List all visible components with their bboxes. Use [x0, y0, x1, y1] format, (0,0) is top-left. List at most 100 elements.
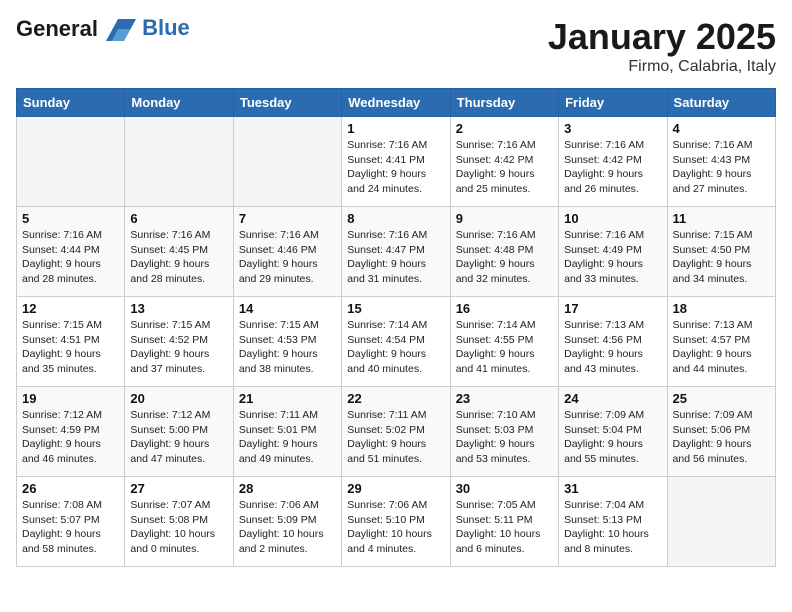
day-number: 5: [22, 211, 119, 226]
col-header-wednesday: Wednesday: [342, 89, 450, 117]
day-number: 16: [456, 301, 553, 316]
calendar-cell: 15Sunrise: 7:14 AM Sunset: 4:54 PM Dayli…: [342, 297, 450, 387]
col-header-sunday: Sunday: [17, 89, 125, 117]
day-info: Sunrise: 7:16 AM Sunset: 4:42 PM Dayligh…: [564, 138, 661, 197]
day-number: 26: [22, 481, 119, 496]
day-number: 27: [130, 481, 227, 496]
calendar-cell: 11 Sunrise: 7:15 AM Sunset: 4:50 PM Dayli…: [667, 207, 775, 297]
day-number: 17: [564, 301, 661, 316]
day-number: 25: [673, 391, 770, 406]
day-number: 28: [239, 481, 336, 496]
calendar-cell: 4Sunrise: 7:16 AM Sunset: 4:43 PM Daylig…: [667, 117, 775, 207]
calendar-cell: 13Sunrise: 7:15 AM Sunset: 4:52 PM Dayli…: [125, 297, 233, 387]
day-info: Sunrise: 7:12 AM Sunset: 5:00 PM Dayligh…: [130, 408, 227, 467]
day-number: 1: [347, 121, 444, 136]
day-info: Sunrise: 7:15 AM Sunset: 4:51 PM Dayligh…: [22, 318, 119, 377]
day-info: Sunrise: 7:09 AM Sunset: 5:06 PM Dayligh…: [673, 408, 770, 467]
calendar-cell: 8 Sunrise: 7:16 AM Sunset: 4:47 PM Daylig…: [342, 207, 450, 297]
calendar-cell: 2 Sunrise: 7:16 AM Sunset: 4:42 PM Daylig…: [450, 117, 558, 207]
day-info: Sunrise: 7:14 AM Sunset: 4:54 PM Dayligh…: [347, 318, 444, 377]
day-number: 7: [239, 211, 336, 226]
day-number: 19: [22, 391, 119, 406]
day-info: Sunrise: 7:13 AM Sunset: 4:57 PM Dayligh…: [673, 318, 770, 377]
calendar-cell: 12 Sunrise: 7:15 AM Sunset: 4:51 PM Dayli…: [17, 297, 125, 387]
day-info: Sunrise: 7:16 AM Sunset: 4:48 PM Dayligh…: [456, 228, 553, 287]
calendar-week-4: 19 Sunrise: 7:12 AM Sunset: 4:59 PM Dayli…: [17, 387, 776, 477]
day-number: 8: [347, 211, 444, 226]
calendar-cell: 1 Sunrise: 7:16 AM Sunset: 4:41 PM Daylig…: [342, 117, 450, 207]
day-number: 10: [564, 211, 661, 226]
calendar-cell: 17 Sunrise: 7:13 AM Sunset: 4:56 PM Dayli…: [559, 297, 667, 387]
col-header-friday: Friday: [559, 89, 667, 117]
calendar-cell: [233, 117, 341, 207]
calendar-cell: 19 Sunrise: 7:12 AM Sunset: 4:59 PM Dayli…: [17, 387, 125, 477]
calendar-week-3: 12 Sunrise: 7:15 AM Sunset: 4:51 PM Dayli…: [17, 297, 776, 387]
day-info: Sunrise: 7:16 AM Sunset: 4:47 PM Dayligh…: [347, 228, 444, 287]
calendar-cell: [667, 477, 775, 567]
day-info: Sunrise: 7:16 AM Sunset: 4:42 PM Dayligh…: [456, 138, 553, 197]
day-info: Sunrise: 7:06 AM Sunset: 5:09 PM Dayligh…: [239, 498, 336, 557]
day-info: Sunrise: 7:09 AM Sunset: 5:04 PM Dayligh…: [564, 408, 661, 467]
calendar-cell: 9Sunrise: 7:16 AM Sunset: 4:48 PM Daylig…: [450, 207, 558, 297]
day-number: 2: [456, 121, 553, 136]
calendar-table: SundayMondayTuesdayWednesdayThursdayFrid…: [16, 88, 776, 567]
calendar-cell: 22Sunrise: 7:11 AM Sunset: 5:02 PM Dayli…: [342, 387, 450, 477]
day-number: 6: [130, 211, 227, 226]
day-info: Sunrise: 7:13 AM Sunset: 4:56 PM Dayligh…: [564, 318, 661, 377]
logo-icon: [106, 19, 136, 41]
day-info: Sunrise: 7:14 AM Sunset: 4:55 PM Dayligh…: [456, 318, 553, 377]
day-number: 12: [22, 301, 119, 316]
day-info: Sunrise: 7:12 AM Sunset: 4:59 PM Dayligh…: [22, 408, 119, 467]
day-number: 18: [673, 301, 770, 316]
calendar-cell: 30Sunrise: 7:05 AM Sunset: 5:11 PM Dayli…: [450, 477, 558, 567]
col-header-tuesday: Tuesday: [233, 89, 341, 117]
day-number: 24: [564, 391, 661, 406]
calendar-cell: 21Sunrise: 7:11 AM Sunset: 5:01 PM Dayli…: [233, 387, 341, 477]
day-info: Sunrise: 7:15 AM Sunset: 4:50 PM Dayligh…: [673, 228, 770, 287]
day-number: 11: [673, 211, 770, 226]
day-number: 23: [456, 391, 553, 406]
day-info: Sunrise: 7:11 AM Sunset: 5:01 PM Dayligh…: [239, 408, 336, 467]
calendar-cell: 24 Sunrise: 7:09 AM Sunset: 5:04 PM Dayli…: [559, 387, 667, 477]
calendar-cell: [125, 117, 233, 207]
day-number: 31: [564, 481, 661, 496]
calendar-cell: 16 Sunrise: 7:14 AM Sunset: 4:55 PM Dayli…: [450, 297, 558, 387]
day-info: Sunrise: 7:11 AM Sunset: 5:02 PM Dayligh…: [347, 408, 444, 467]
calendar-cell: 10Sunrise: 7:16 AM Sunset: 4:49 PM Dayli…: [559, 207, 667, 297]
calendar-week-2: 5Sunrise: 7:16 AM Sunset: 4:44 PM Daylig…: [17, 207, 776, 297]
calendar-week-5: 26Sunrise: 7:08 AM Sunset: 5:07 PM Dayli…: [17, 477, 776, 567]
day-info: Sunrise: 7:10 AM Sunset: 5:03 PM Dayligh…: [456, 408, 553, 467]
col-header-monday: Monday: [125, 89, 233, 117]
day-info: Sunrise: 7:06 AM Sunset: 5:10 PM Dayligh…: [347, 498, 444, 557]
calendar-cell: 28 Sunrise: 7:06 AM Sunset: 5:09 PM Dayli…: [233, 477, 341, 567]
calendar-cell: 7 Sunrise: 7:16 AM Sunset: 4:46 PM Daylig…: [233, 207, 341, 297]
calendar-cell: 29Sunrise: 7:06 AM Sunset: 5:10 PM Dayli…: [342, 477, 450, 567]
calendar-cell: 27 Sunrise: 7:07 AM Sunset: 5:08 PM Dayli…: [125, 477, 233, 567]
col-header-saturday: Saturday: [667, 89, 775, 117]
calendar-week-1: 1 Sunrise: 7:16 AM Sunset: 4:41 PM Daylig…: [17, 117, 776, 207]
calendar-cell: 23 Sunrise: 7:10 AM Sunset: 5:03 PM Dayli…: [450, 387, 558, 477]
day-info: Sunrise: 7:07 AM Sunset: 5:08 PM Dayligh…: [130, 498, 227, 557]
page-header: General Blue January 2025 Firmo, Calabri…: [16, 16, 776, 76]
calendar-cell: 18 Sunrise: 7:13 AM Sunset: 4:57 PM Dayli…: [667, 297, 775, 387]
day-info: Sunrise: 7:16 AM Sunset: 4:41 PM Dayligh…: [347, 138, 444, 197]
logo: General Blue: [16, 16, 190, 41]
title-block: January 2025 Firmo, Calabria, Italy: [548, 16, 776, 76]
calendar-cell: 14Sunrise: 7:15 AM Sunset: 4:53 PM Dayli…: [233, 297, 341, 387]
day-number: 3: [564, 121, 661, 136]
day-number: 13: [130, 301, 227, 316]
day-number: 30: [456, 481, 553, 496]
day-number: 14: [239, 301, 336, 316]
calendar-cell: 3 Sunrise: 7:16 AM Sunset: 4:42 PM Daylig…: [559, 117, 667, 207]
calendar-cell: 20 Sunrise: 7:12 AM Sunset: 5:00 PM Dayli…: [125, 387, 233, 477]
day-number: 20: [130, 391, 227, 406]
day-info: Sunrise: 7:04 AM Sunset: 5:13 PM Dayligh…: [564, 498, 661, 557]
day-info: Sunrise: 7:16 AM Sunset: 4:45 PM Dayligh…: [130, 228, 227, 287]
day-info: Sunrise: 7:16 AM Sunset: 4:43 PM Dayligh…: [673, 138, 770, 197]
logo-text: General Blue: [16, 16, 190, 41]
location: Firmo, Calabria, Italy: [548, 58, 776, 76]
month-title: January 2025: [548, 16, 776, 58]
calendar-cell: 5Sunrise: 7:16 AM Sunset: 4:44 PM Daylig…: [17, 207, 125, 297]
day-info: Sunrise: 7:16 AM Sunset: 4:46 PM Dayligh…: [239, 228, 336, 287]
col-header-thursday: Thursday: [450, 89, 558, 117]
